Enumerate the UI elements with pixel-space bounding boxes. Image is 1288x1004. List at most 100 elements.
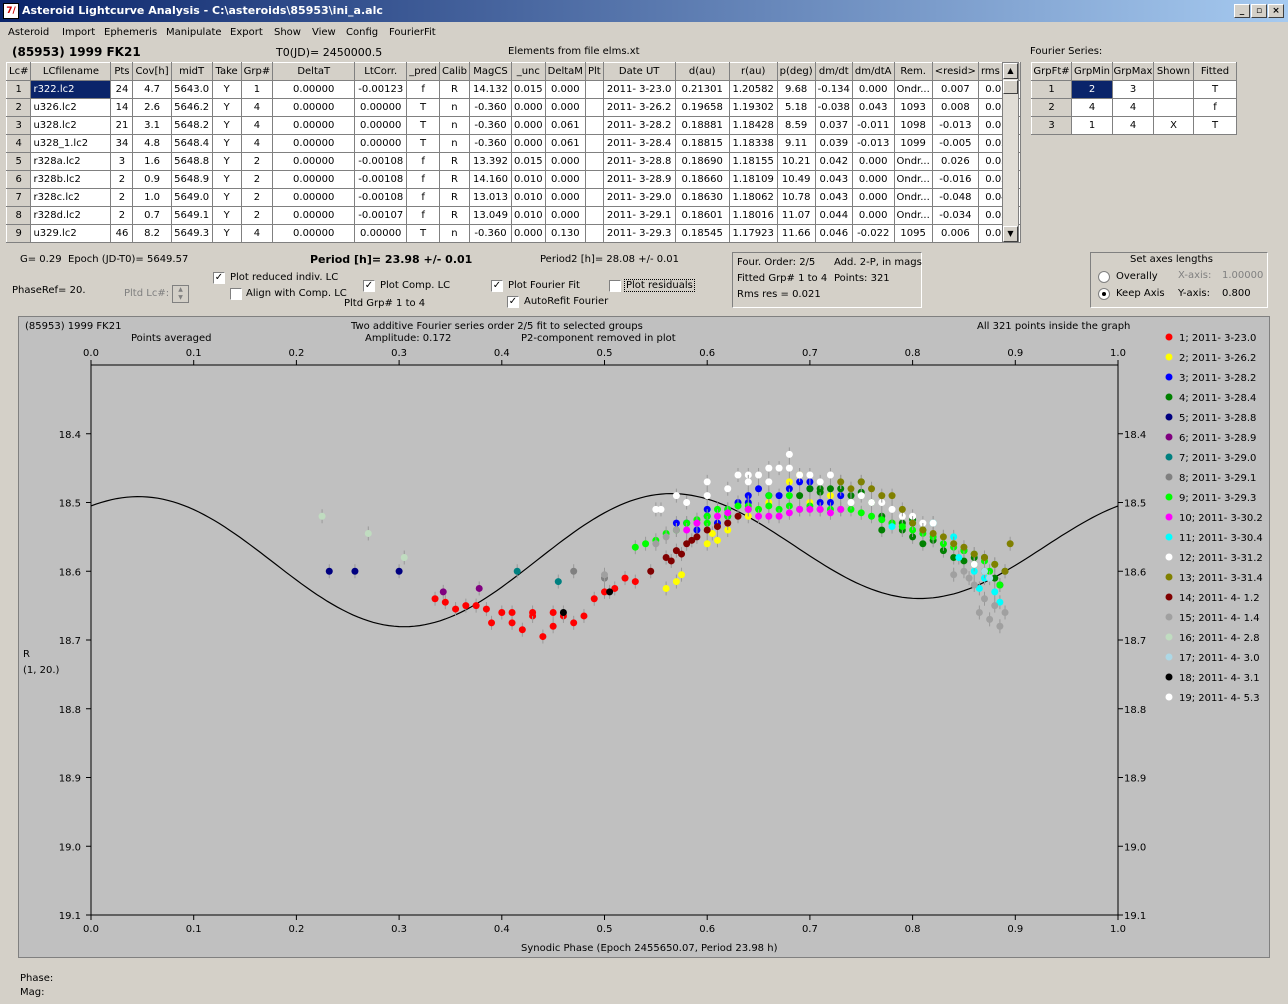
table-cell[interactable]: 5649.0 [170, 188, 213, 207]
column-header[interactable]: _unc [510, 62, 546, 81]
column-header[interactable]: DeltaM [544, 62, 586, 81]
fourier-cell[interactable]: 3 [1031, 116, 1072, 135]
table-cell[interactable]: T [406, 116, 440, 135]
column-header[interactable]: Take [211, 62, 242, 81]
table-cell[interactable]: 5646.2 [170, 98, 213, 117]
table-cell[interactable] [584, 98, 604, 117]
fourier-cell[interactable] [1153, 98, 1194, 117]
column-header[interactable]: d(au) [674, 62, 730, 81]
menu-manipulate[interactable]: Manipulate [166, 27, 222, 38]
menu-import[interactable]: Import [62, 27, 95, 38]
fourier-cell[interactable]: f [1193, 98, 1237, 117]
table-cell[interactable]: R [438, 188, 470, 207]
plot-canvas[interactable]: 0.0 0.0 0.1 0.1 0.2 0.2 0.3 0.3 0.4 0.4 0.5 0.5 0.6 0… [19, 317, 1269, 957]
column-header[interactable]: Lc# [5, 62, 32, 81]
table-cell[interactable]: 0.043 [814, 170, 853, 189]
table-cell[interactable]: r328b.lc2 [30, 170, 112, 189]
table-row[interactable]: 7 r328c.lc2 2 1.0 5649.0 Y 2 0.00000 -0.00108 f R 1… [5, 188, 1022, 207]
table-cell[interactable]: 0.000 [851, 80, 895, 99]
column-header[interactable]: DeltaT [272, 62, 356, 81]
yaxis-value[interactable]: 0.800 [1222, 288, 1251, 299]
fourier-cell[interactable]: 1 [1031, 80, 1072, 99]
column-header[interactable]: Pts [110, 62, 134, 81]
table-cell[interactable]: 0.21301 [674, 80, 730, 99]
table-cell[interactable]: 0.00000 [272, 80, 356, 99]
table-cell[interactable]: T [406, 224, 440, 243]
table-cell[interactable]: r328d.lc2 [30, 206, 112, 225]
table-cell[interactable]: u328.lc2 [30, 116, 112, 135]
lightcurve-plot[interactable]: (85953) 1999 FK21 Points averaged Two ad… [18, 316, 1270, 958]
table-cell[interactable]: 0.061 [544, 134, 586, 153]
column-header[interactable]: dm/dtA [851, 62, 895, 81]
scroll-down-icon[interactable]: ▼ [1003, 226, 1018, 242]
plot-reduced-checkbox[interactable]: ✓ [213, 272, 225, 284]
column-header[interactable]: LtCorr. [354, 62, 408, 81]
table-cell[interactable]: 0.00000 [272, 224, 356, 243]
fourier-column-header[interactable]: GrpMin [1071, 62, 1113, 81]
table-cell[interactable]: 11.07 [776, 206, 816, 225]
table-cell[interactable]: 10.49 [776, 170, 816, 189]
table-cell[interactable]: 0.015 [510, 152, 546, 171]
table-cell[interactable]: 14.132 [468, 80, 512, 99]
table-cell[interactable]: 4 [240, 98, 274, 117]
table-cell[interactable]: 1 [5, 80, 32, 99]
table-cell[interactable]: 0.00000 [272, 134, 356, 153]
table-row[interactable]: 2 u326.lc2 14 2.6 5646.2 Y 4 0.00000 0.00000 Tn -0… [5, 98, 1022, 117]
close-button[interactable]: × [1268, 4, 1284, 18]
column-header[interactable]: Plt [584, 62, 604, 81]
table-cell[interactable]: 0.19658 [674, 98, 730, 117]
table-cell[interactable]: 1.18428 [728, 116, 778, 135]
column-header[interactable]: p(deg) [776, 62, 816, 81]
table-cell[interactable]: R [438, 152, 470, 171]
table-cell[interactable]: R [438, 206, 470, 225]
table-cell[interactable]: 0.18601 [674, 206, 730, 225]
table-cell[interactable]: 0.008 [931, 98, 979, 117]
table-cell[interactable]: 2011- 3-28.9 [602, 170, 676, 189]
table-cell[interactable]: 4.8 [132, 134, 172, 153]
maximize-button[interactable]: ▫ [1251, 4, 1267, 18]
table-cell[interactable]: 2011- 3-28.4 [602, 134, 676, 153]
table-cell[interactable]: Y [211, 152, 242, 171]
table-cell[interactable]: 4 [240, 134, 274, 153]
table-cell[interactable]: 0.18690 [674, 152, 730, 171]
table-cell[interactable]: 5648.8 [170, 152, 213, 171]
column-header[interactable]: midT [170, 62, 213, 81]
table-cell[interactable]: 2 [110, 188, 134, 207]
table-cell[interactable] [584, 206, 604, 225]
table-row[interactable]: 9 u329.lc2 46 8.2 5649.3 Y 4 0.00000 0.00000 Tn -0… [5, 224, 1022, 243]
table-cell[interactable]: 1.20582 [728, 80, 778, 99]
scroll-up-icon[interactable]: ▲ [1003, 63, 1018, 79]
table-cell[interactable]: 9.11 [776, 134, 816, 153]
column-header[interactable]: Rem. [893, 62, 933, 81]
align-comp-checkbox[interactable] [230, 288, 242, 300]
table-cell[interactable]: 1.18109 [728, 170, 778, 189]
table-cell[interactable]: Ondr... [893, 170, 933, 189]
table-cell[interactable]: -0.00108 [354, 170, 408, 189]
table-cell[interactable]: 13.013 [468, 188, 512, 207]
table-cell[interactable]: 2011- 3-26.2 [602, 98, 676, 117]
table-cell[interactable]: 0.061 [544, 116, 586, 135]
table-cell[interactable]: -0.00123 [354, 80, 408, 99]
fourier-cell[interactable]: 4 [1112, 98, 1154, 117]
table-cell[interactable]: 0.039 [814, 134, 853, 153]
table-cell[interactable]: 4.7 [132, 80, 172, 99]
table-cell[interactable]: 0.000 [510, 224, 546, 243]
table-cell[interactable] [584, 170, 604, 189]
fourier-series-table[interactable]: GrpFt# GrpMin GrpMax Shown Fitted 123T244f31… [1031, 62, 1237, 135]
table-cell[interactable]: 1099 [893, 134, 933, 153]
table-cell[interactable]: 0.000 [544, 152, 586, 171]
table-cell[interactable]: 2 [240, 206, 274, 225]
table-cell[interactable]: 0.006 [931, 224, 979, 243]
table-cell[interactable]: 1.17923 [728, 224, 778, 243]
table-cell[interactable]: 2 [240, 188, 274, 207]
fourier-column-header[interactable]: GrpFt# [1031, 62, 1072, 81]
table-cell[interactable]: 0.037 [814, 116, 853, 135]
fourier-cell[interactable]: T [1193, 80, 1237, 99]
table-cell[interactable]: 10.21 [776, 152, 816, 171]
column-header[interactable]: Grp# [240, 62, 274, 81]
menu-show[interactable]: Show [274, 27, 301, 38]
table-cell[interactable]: 0.000 [510, 134, 546, 153]
table-cell[interactable]: -0.360 [468, 224, 512, 243]
table-cell[interactable]: 0.000 [544, 98, 586, 117]
table-cell[interactable]: 0.000 [851, 152, 895, 171]
